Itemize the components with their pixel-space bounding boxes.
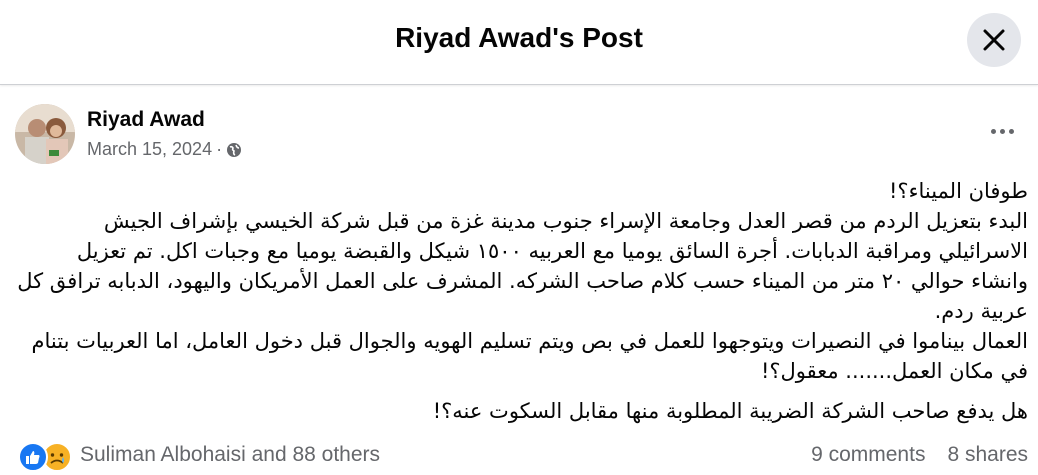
author-name[interactable]: Riyad Awad xyxy=(87,108,205,132)
post-date[interactable]: March 15, 2024 xyxy=(87,139,212,160)
meta-separator: · xyxy=(216,139,223,159)
shares-count[interactable]: 8 shares xyxy=(947,443,1028,467)
avatar[interactable] xyxy=(15,104,75,164)
avatar-photo xyxy=(15,104,75,164)
post-stats: 9 comments 8 shares xyxy=(811,443,1028,467)
post-paragraph: هل يدفع صاحب الشركة الضريبة المطلوبة منه… xyxy=(432,399,1028,423)
post-meta: March 15, 2024 · xyxy=(87,139,242,160)
more-dot-icon xyxy=(1008,128,1014,134)
dialog-title: Riyad Awad's Post xyxy=(395,22,643,53)
close-icon xyxy=(983,29,1005,51)
post-body: طوفان الميناء؟! البدء بتعزيل الردم من قص… xyxy=(15,176,1028,426)
post-paragraph: طوفان الميناء؟! xyxy=(889,179,1028,203)
like-icon xyxy=(18,442,48,472)
reactions-summary[interactable]: Suliman Albohaisi and 88 others xyxy=(18,440,380,472)
more-dot-icon xyxy=(990,128,996,134)
reaction-icons xyxy=(18,441,76,472)
comments-count[interactable]: 9 comments xyxy=(811,443,925,467)
post-dialog-header: Riyad Awad's Post xyxy=(0,0,1038,85)
globe-icon[interactable] xyxy=(226,142,242,158)
post-paragraph: العمال بيناموا في النصيرات ويتوجهوا للعم… xyxy=(31,329,1029,383)
reactions-label[interactable]: Suliman Albohaisi and 88 others xyxy=(80,443,380,467)
post-paragraph: البدء بتعزيل الردم من قصر العدل وجامعة ا… xyxy=(17,209,1028,323)
close-button[interactable] xyxy=(967,13,1021,67)
more-dot-icon xyxy=(999,128,1005,134)
post-options-button[interactable] xyxy=(984,120,1020,142)
